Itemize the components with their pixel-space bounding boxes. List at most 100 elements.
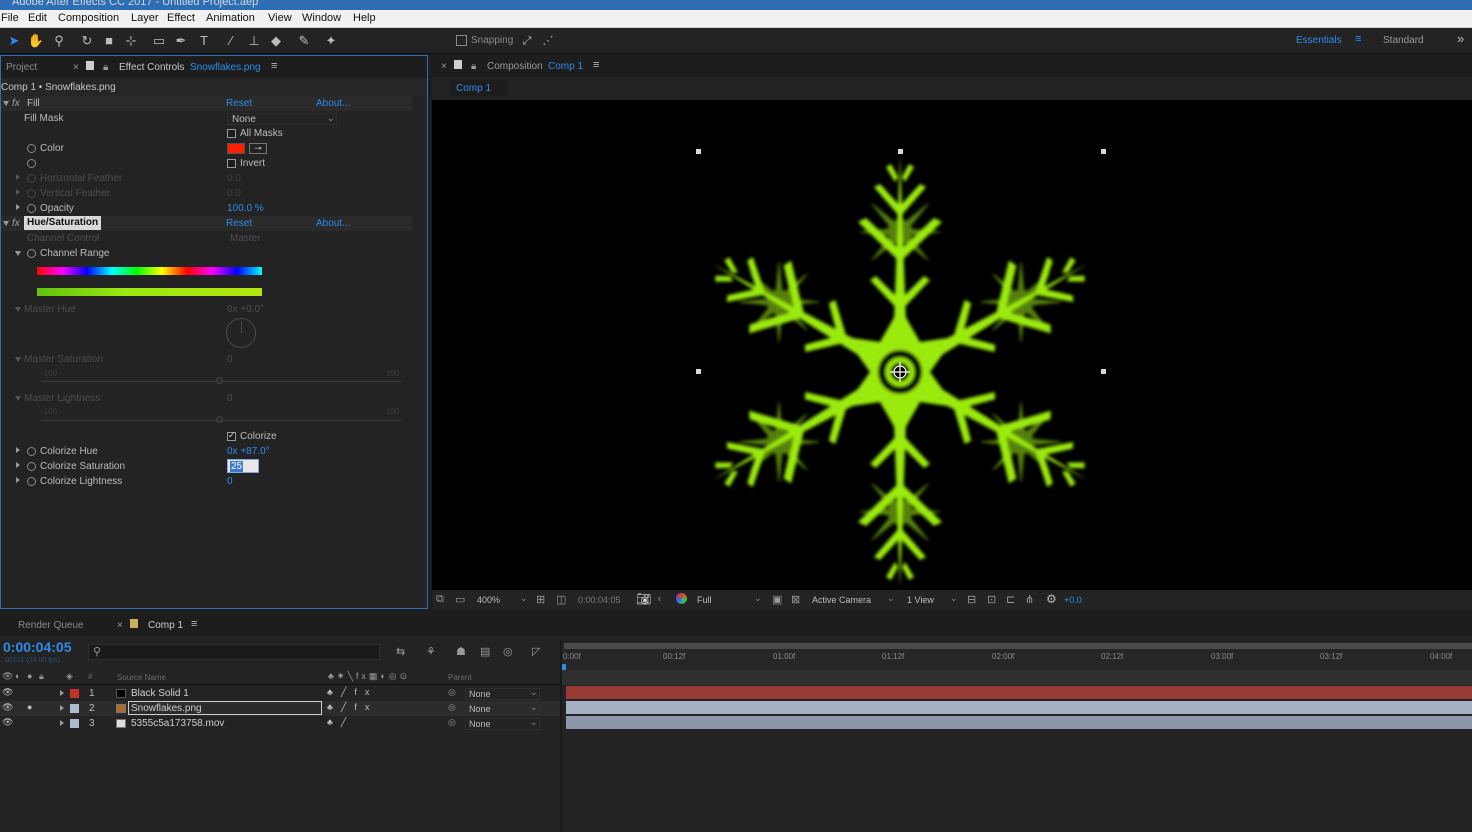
pan-behind-tool-icon[interactable]: ⊹ xyxy=(122,32,140,50)
panel-menu-icon[interactable]: ≡ xyxy=(593,59,599,71)
snapping-checkbox[interactable] xyxy=(456,35,467,46)
invert-checkbox[interactable] xyxy=(227,159,236,168)
transform-handle[interactable] xyxy=(696,369,701,374)
menu-effect[interactable]: Effect xyxy=(167,12,195,24)
stopwatch-icon[interactable] xyxy=(27,477,36,486)
color-swatch[interactable] xyxy=(227,143,245,154)
fast-previews-icon[interactable]: ⊡ xyxy=(987,593,996,606)
collapse-icon[interactable] xyxy=(3,101,9,106)
exposure-icon[interactable]: ⚙ xyxy=(1046,592,1057,606)
stopwatch-icon[interactable] xyxy=(27,204,36,213)
views-dropdown[interactable]: 1 View xyxy=(907,595,934,605)
expand-icon[interactable] xyxy=(16,204,20,210)
pickwhip-icon[interactable]: ◎ xyxy=(448,702,456,713)
effect-name[interactable]: Hue/Saturation xyxy=(24,216,102,230)
zoom-tool-icon[interactable]: ⚲ xyxy=(50,32,68,50)
label-icon[interactable]: ◈ xyxy=(66,671,73,682)
expand-icon[interactable] xyxy=(16,447,20,453)
audio-icon[interactable]: ◖ xyxy=(14,671,19,681)
layer-name[interactable]: Black Solid 1 xyxy=(131,688,189,699)
lock-icon[interactable]: 🔒︎ xyxy=(39,671,44,682)
layer-label-color[interactable] xyxy=(70,689,79,698)
selection-tool-icon[interactable]: ➤ xyxy=(5,32,23,50)
expand-icon[interactable] xyxy=(16,477,20,483)
layer-duration-bar[interactable] xyxy=(566,701,1472,714)
reset-button[interactable]: Reset xyxy=(226,98,252,109)
clone-stamp-tool-icon[interactable]: ⊥ xyxy=(245,32,263,50)
timeline-icon[interactable]: ⊏ xyxy=(1006,593,1015,606)
safe-margins-icon[interactable]: ◫ xyxy=(556,593,566,606)
comp-mini-flowchart-icon[interactable]: ⇆ xyxy=(396,645,405,658)
panel-lock-icon[interactable] xyxy=(454,60,462,69)
colorize-lightness-value[interactable]: 0 xyxy=(227,476,233,487)
layer-switches[interactable]: ♣╱fx xyxy=(327,687,377,698)
stopwatch-icon[interactable] xyxy=(27,144,36,153)
puppet-pin-tool-icon[interactable]: ✦ xyxy=(322,32,340,50)
collapse-icon[interactable] xyxy=(15,396,21,401)
stopwatch-icon[interactable] xyxy=(27,249,36,258)
stopwatch-icon[interactable] xyxy=(27,189,36,198)
layer-switches[interactable]: ♣╱ xyxy=(327,717,354,728)
parent-dropdown[interactable]: None ⌄ xyxy=(465,702,540,715)
menu-help[interactable]: Help xyxy=(353,12,376,24)
panel-menu-icon[interactable]: ≡ xyxy=(191,618,197,630)
transform-handle[interactable] xyxy=(1101,369,1106,374)
layer-duration-bar[interactable] xyxy=(566,686,1472,699)
comp-flowchart-tab[interactable]: Comp 1 xyxy=(450,80,508,96)
table-row[interactable]: 👁︎ 3 5355c5a173758.mov ♣╱ ◎ None ⌄ xyxy=(0,716,560,731)
rectangle-tool-icon[interactable]: ▭ xyxy=(150,32,168,50)
hand-tool-icon[interactable]: ✋ xyxy=(27,32,45,50)
fx-icon[interactable]: fx xyxy=(12,218,20,229)
solo-icon[interactable]: ● xyxy=(27,702,32,712)
eye-icon[interactable]: 👁︎ xyxy=(2,687,13,698)
type-tool-icon[interactable]: T xyxy=(195,32,213,50)
panel-lock-icon[interactable] xyxy=(86,61,94,70)
source-name-header[interactable]: Source Name xyxy=(117,673,166,682)
parent-dropdown[interactable]: None ⌄ xyxy=(465,717,540,730)
exposure-value[interactable]: +0.0 xyxy=(1064,595,1082,605)
resolution-fit-icon[interactable]: ⊞ xyxy=(536,593,545,606)
motion-blur-icon[interactable]: ◎ xyxy=(503,645,513,658)
region-of-interest-icon[interactable]: ▣ xyxy=(772,593,782,606)
expand-icon[interactable] xyxy=(60,690,64,696)
stopwatch-icon[interactable] xyxy=(27,447,36,456)
transform-handle[interactable] xyxy=(898,149,903,154)
slider-thumb[interactable] xyxy=(216,416,223,423)
layer-name[interactable]: Snowflakes.png xyxy=(131,703,202,714)
expand-icon[interactable] xyxy=(16,174,20,180)
menu-file[interactable]: File xyxy=(1,12,19,24)
vertical-feather-value[interactable]: 0.0 xyxy=(227,188,241,199)
lock-icon[interactable]: 🔒︎ xyxy=(103,62,108,73)
layer-duration-bar[interactable] xyxy=(566,716,1472,729)
draft-3d-icon[interactable]: ⚘ xyxy=(426,645,436,658)
eye-icon[interactable]: 👁︎ xyxy=(2,671,13,682)
table-row[interactable]: 👁︎ ● 2 Snowflakes.png ♣╱fx ◎ None ⌄ xyxy=(0,701,560,716)
all-masks-checkbox[interactable] xyxy=(227,129,236,138)
composition-name[interactable]: Comp 1 xyxy=(548,61,583,72)
pickwhip-icon[interactable]: ◎ xyxy=(448,717,456,728)
collapse-icon[interactable] xyxy=(15,357,21,362)
camera-dropdown[interactable]: Active Camera xyxy=(812,595,871,605)
collapse-icon[interactable] xyxy=(15,251,21,256)
panel-menu-icon[interactable]: ≡ xyxy=(271,60,277,72)
layer-label-color[interactable] xyxy=(70,704,79,713)
transform-handle[interactable] xyxy=(696,149,701,154)
show-snapshot-icon[interactable]: ◐ xyxy=(657,593,664,605)
transform-handle[interactable] xyxy=(1101,149,1106,154)
snap-features-icon[interactable]: ⋰ xyxy=(539,32,557,50)
chevron-down-icon[interactable]: ⌄ xyxy=(754,593,762,604)
layer-name[interactable]: 5355c5a173758.mov xyxy=(131,718,224,729)
effect-hue-saturation-header[interactable]: fx Hue/Saturation Reset About... xyxy=(1,216,412,231)
shy-layers-icon[interactable]: ☗ xyxy=(456,645,466,658)
layer-label-color[interactable] xyxy=(70,719,79,728)
pen-tool-icon[interactable]: ✒ xyxy=(172,32,190,50)
effect-controls-layer-name[interactable]: Snowflakes.png xyxy=(190,62,261,73)
expand-icon[interactable] xyxy=(60,720,64,726)
snowflake-layer[interactable] xyxy=(432,100,1472,590)
menu-layer[interactable]: Layer xyxy=(131,12,159,24)
layer-switches[interactable]: ♣╱fx xyxy=(327,702,377,713)
chevron-down-icon[interactable]: ⌄ xyxy=(887,593,895,604)
opacity-value[interactable]: 100.0 % xyxy=(227,203,264,214)
frame-blending-icon[interactable]: ▤ xyxy=(480,645,490,658)
eye-icon[interactable]: 👁︎ xyxy=(2,702,13,713)
